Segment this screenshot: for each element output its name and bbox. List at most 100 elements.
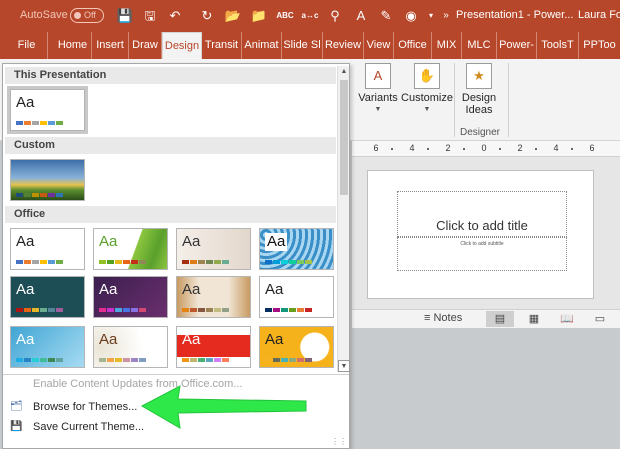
tab-insert[interactable]: Insert <box>92 32 129 59</box>
design-ideas-icon: ★ <box>466 63 492 89</box>
theme-thumb-badge[interactable]: Aa <box>259 326 334 368</box>
autosave-toggle[interactable]: Off <box>70 8 104 23</box>
notes-button[interactable]: ≡ Notes <box>424 312 462 324</box>
theme-sample-text: Aa <box>16 281 35 298</box>
design-ideas-label-line1: Design <box>461 92 497 104</box>
design-ideas-button[interactable]: ★ Design Ideas <box>456 61 502 125</box>
theme-thumb-retrospect[interactable]: Aa <box>176 276 251 318</box>
ruler-label: 4 <box>409 143 415 153</box>
theme-thumb-slice[interactable]: Aa <box>259 276 334 318</box>
theme-sample-text: Aa <box>265 281 284 298</box>
save-icon[interactable]: 💾 <box>116 7 134 25</box>
theme-color-bars <box>265 308 325 312</box>
tab-design[interactable]: Design <box>162 32 202 59</box>
normal-view-icon[interactable]: ▤ <box>486 311 514 327</box>
theme-thumb-office[interactable]: Aa <box>10 228 85 270</box>
ruler-label: 2 <box>517 143 523 153</box>
tab-power[interactable]: Power- <box>497 32 537 59</box>
theme-thumb-ion-boardroom[interactable]: Aa <box>259 228 334 270</box>
font-size-icon[interactable]: A <box>352 7 370 25</box>
more-icon[interactable]: » <box>437 7 455 25</box>
replace-icon[interactable]: a↔c <box>301 7 319 25</box>
tab-animations[interactable]: Animat <box>242 32 282 59</box>
user-name[interactable]: Laura Fol <box>578 9 620 21</box>
tab-office[interactable]: Office <box>394 32 432 59</box>
design-ideas-label-line2: Ideas <box>465 104 493 116</box>
color-icon[interactable]: ◉ <box>402 7 420 25</box>
gallery-scrollbar[interactable]: ▲ ▼ <box>337 66 350 372</box>
theme-thumb-savon[interactable]: Aa <box>93 326 168 368</box>
scroll-down-icon[interactable]: ▼ <box>338 360 350 372</box>
theme-sample-text: Aa <box>16 233 35 250</box>
theme-color-bars <box>182 358 242 362</box>
format-painter-icon[interactable]: ✎ <box>377 7 395 25</box>
tab-mix[interactable]: MIX <box>432 32 462 59</box>
theme-sample-text: Aa <box>16 331 35 348</box>
customize-button[interactable]: ✋ Customize ▼ <box>400 61 454 125</box>
theme-sample-text: Aa <box>265 331 284 348</box>
theme-color-bars <box>99 260 159 264</box>
section-header-custom: Custom <box>5 137 336 154</box>
theme-sample-text: Aa <box>265 233 288 251</box>
ruler-tick <box>391 148 393 150</box>
open-folder-icon[interactable]: 📂 <box>224 7 242 25</box>
browse-themes-icon: 🗂 <box>10 401 23 412</box>
theme-sample-text: Aa <box>16 94 35 111</box>
tab-tools[interactable]: ToolsT <box>537 32 579 59</box>
tab-transitions[interactable]: Transit <box>202 32 242 59</box>
folder-icon[interactable]: 📁 <box>250 7 268 25</box>
search-icon[interactable]: ⚲ <box>326 7 344 25</box>
theme-color-bars <box>265 358 325 362</box>
theme-sample-text: Aa <box>182 281 201 298</box>
tab-draw[interactable]: Draw <box>129 32 162 59</box>
theme-thumb-integral[interactable]: Aa <box>176 228 251 270</box>
tab-mlc[interactable]: MLC <box>462 32 497 59</box>
theme-thumb-wisp[interactable]: Aa <box>10 326 85 368</box>
chevron-down-icon: ▼ <box>374 106 382 113</box>
save-as-icon[interactable]: 🖫 <box>141 7 159 25</box>
theme-thumb-berlin[interactable]: Aa <box>176 326 251 368</box>
theme-thumb-facet[interactable]: Aa <box>93 228 168 270</box>
chevron-down-icon: ▼ <box>423 106 431 113</box>
slideshow-icon[interactable]: ▭ <box>586 311 614 327</box>
ribbon-tabs: File Home Insert Draw Design Transit Ani… <box>0 32 620 59</box>
scrollbar-thumb[interactable] <box>340 80 348 195</box>
redo-icon[interactable]: ↻ <box>198 7 216 25</box>
autosave-label: AutoSave <box>20 9 68 21</box>
green-arrow-annotation <box>140 385 307 429</box>
tab-review[interactable]: Review <box>323 32 364 59</box>
tab-slide-show[interactable]: Slide Sl <box>282 32 323 59</box>
theme-thumb-custom-landscape[interactable] <box>10 159 85 201</box>
spelling-icon[interactable]: ABC <box>276 7 294 25</box>
subtitle-placeholder[interactable]: Click to add subtitle <box>397 237 567 271</box>
theme-thumb-organic[interactable]: Aa <box>93 276 168 318</box>
theme-color-bars <box>16 193 76 197</box>
tab-pptools[interactable]: PPToo <box>579 32 620 59</box>
ruler-tick <box>427 148 429 150</box>
title-placeholder[interactable]: Click to add title <box>397 191 567 237</box>
undo-icon[interactable]: ↶ <box>166 7 184 25</box>
resize-grip-icon[interactable]: ⋮⋮ <box>331 437 347 446</box>
theme-thumb-current[interactable]: Aa <box>7 86 88 134</box>
variants-button[interactable]: A Variants ▼ <box>355 61 401 125</box>
ruler-label: 2 <box>445 143 451 153</box>
slide-canvas[interactable]: Click to add title Click to add subtitle <box>367 170 594 299</box>
reading-view-icon[interactable]: 📖 <box>553 311 581 327</box>
ruler-label: 6 <box>373 143 379 153</box>
tab-home[interactable]: Home <box>54 32 92 59</box>
theme-color-bars <box>16 308 76 312</box>
ruler-tick <box>463 148 465 150</box>
theme-color-bars <box>99 358 159 362</box>
ruler-label: 0 <box>481 143 487 153</box>
browse-for-themes-item[interactable]: Browse for Themes... <box>33 401 137 413</box>
ribbon-divider <box>454 63 455 137</box>
tab-view[interactable]: View <box>364 32 394 59</box>
theme-sample-text: Aa <box>182 331 201 348</box>
slide-sorter-icon[interactable]: ▦ <box>520 311 548 327</box>
ruler-label: 6 <box>589 143 595 153</box>
save-current-theme-item[interactable]: Save Current Theme... <box>33 421 144 433</box>
tab-file[interactable]: File <box>6 32 48 59</box>
theme-sample-text: Aa <box>99 331 118 348</box>
theme-thumb-ion[interactable]: Aa <box>10 276 85 318</box>
scroll-up-icon[interactable]: ▲ <box>338 66 350 78</box>
